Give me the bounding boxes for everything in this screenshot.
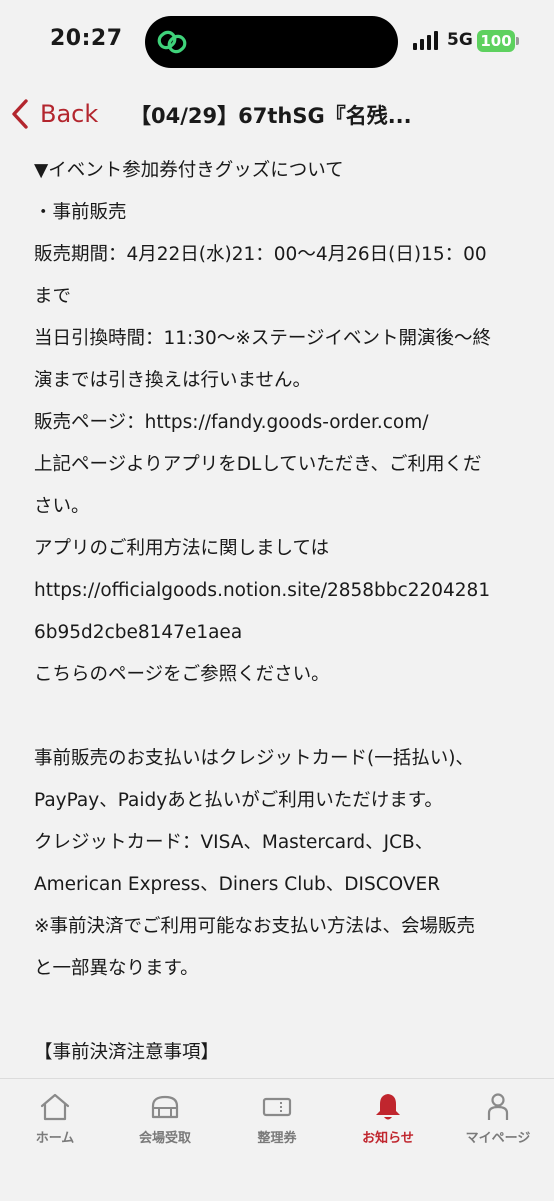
tab-label: 会場受取 [138, 1131, 191, 1146]
back-button[interactable]: Back [10, 98, 98, 130]
tab-venue-pickup[interactable]: 会場受取 [110, 1091, 220, 1146]
article-line: 事前販売のお支払いはクレジットカード(一括払い)、 [34, 748, 474, 769]
link-app-icon [157, 30, 187, 54]
battery-icon: 100 [477, 30, 519, 52]
article-line: さい。 [34, 496, 90, 517]
battery-level: 100 [480, 32, 512, 50]
article-line: American Express、Diners Club、DISCOVER [34, 874, 441, 895]
article-line: クレジットカード：VISA、Mastercard、JCB、 [34, 832, 434, 853]
article-line: アプリのご利用方法に関しましては [34, 538, 330, 559]
article-line: ▼イベント参加券付きグッズについて [34, 160, 344, 181]
person-icon [487, 1093, 509, 1120]
article-line: と一部異なります。 [34, 958, 199, 979]
tab-label: お知らせ [362, 1131, 414, 1146]
status-time: 20:27 [50, 26, 123, 51]
article-line: 【事前決済注意事項】 [34, 1042, 220, 1063]
tab-label: ホーム [35, 1131, 75, 1146]
article-link-line[interactable]: https://officialgoods.notion.site/2858bb… [34, 570, 534, 612]
network-type: 5G [447, 30, 473, 50]
tab-home[interactable]: ホーム [0, 1091, 110, 1146]
article-line: PayPay、Paidyあと払いがご利用いただけます。 [34, 790, 443, 811]
tab-bar: ホーム 会場受取 整理券 お知らせ マイページ [0, 1078, 554, 1201]
tab-notifications[interactable]: お知らせ [333, 1091, 443, 1146]
status-bar: 20:27 5G 100 [0, 0, 554, 84]
page-title: 【04/29】67thSG『名残... [130, 104, 412, 128]
tab-my-page[interactable]: マイページ [443, 1091, 553, 1146]
article-line: ・事前販売 [34, 202, 127, 223]
home-icon [40, 1093, 70, 1121]
article-line: ※事前決済でご利用可能なお支払い方法は、会場販売 [34, 916, 476, 937]
bell-icon [376, 1094, 400, 1120]
article-line: 演までは引き換えは行いません。 [34, 370, 311, 391]
article-line: こちらのページをご参照ください。 [34, 664, 330, 685]
tab-label: マイページ [465, 1131, 531, 1146]
article-line: 販売期間：4月22日(水)21：00〜4月26日(日)15：00 [34, 244, 487, 265]
venue-pickup-icon [151, 1095, 179, 1119]
article-line: 当日引換時間：11:30〜※ステージイベント開演後〜終 [34, 328, 491, 349]
tab-ticket[interactable]: 整理券 [222, 1091, 332, 1146]
article-link-line[interactable]: 6b95d2cbe8147e1aea [34, 612, 534, 654]
article-content[interactable]: ▼イベント参加券付きグッズについて ・事前販売 販売期間：4月22日(水)21：… [34, 150, 534, 1085]
tab-label: 整理券 [257, 1131, 297, 1146]
dynamic-island [145, 16, 398, 68]
ticket-icon [262, 1097, 292, 1117]
back-label: Back [40, 100, 99, 128]
article-line: 上記ページよりアプリをDLしていただき、ご利用くだ [34, 454, 482, 475]
signal-icon [413, 31, 438, 50]
navigation-bar: Back 【04/29】67thSG『名残... [0, 84, 554, 144]
article-link-line[interactable]: 販売ページ：https://fandy.goods-order.com/ [34, 402, 534, 444]
article-line: まで [34, 286, 72, 307]
chevron-left-icon [12, 99, 28, 129]
